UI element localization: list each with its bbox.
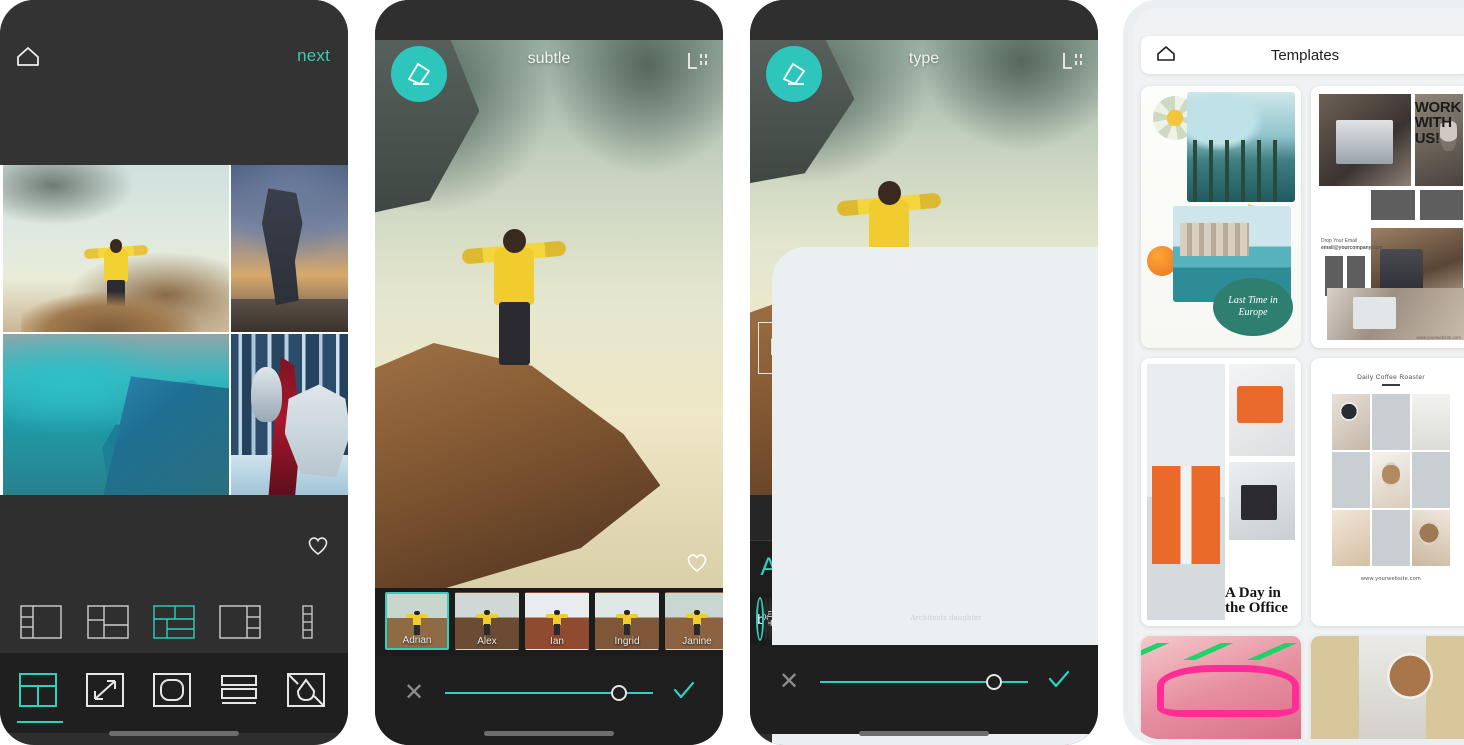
phone-screen-templates: Templates Last Time in Europe WORK WITH … (1123, 0, 1464, 745)
phone-screen-filter-editor: subtle Adrian Alex Ian Ingrid Janine ✕ (375, 0, 723, 745)
text-size-bar[interactable]: ✕ (750, 645, 1098, 734)
size-slider[interactable] (820, 673, 1028, 690)
email-text: Drop Your Email email@yourcompany.com (1321, 238, 1383, 252)
editor-title: subtle (527, 50, 571, 67)
close-icon[interactable]: ✕ (401, 680, 427, 705)
collage-layout-options[interactable] (0, 591, 348, 653)
placeholder-blocks (1371, 190, 1463, 220)
email-address: email@yourcompany.com (1321, 245, 1383, 251)
filter-thumb-ingrid[interactable]: Ingrid (595, 592, 659, 650)
template-caption: Last Time in Europe (1228, 294, 1278, 319)
office-lounge-photo (1147, 364, 1225, 620)
divider (1382, 384, 1400, 386)
template-card-day-in-the-office[interactable]: A Day in the Office (1141, 358, 1301, 626)
filter-label: Adrian (402, 635, 432, 646)
students-photo (1327, 288, 1464, 340)
heart-icon[interactable] (306, 534, 330, 561)
tablet-photo (1319, 94, 1411, 186)
templates-grid[interactable]: Last Time in Europe WORK WITH US! Drop Y… (1141, 86, 1464, 739)
page-title: Templates (1270, 46, 1340, 64)
template-card-pink-glasses[interactable] (1141, 636, 1301, 739)
next-button[interactable]: next (297, 46, 330, 66)
spacing-tool-icon[interactable] (216, 670, 266, 716)
filter-label: Alex (477, 636, 497, 647)
filter-label: Janine (682, 636, 712, 647)
slider-knob[interactable] (986, 673, 1002, 690)
layout-five-cell-icon[interactable] (151, 603, 197, 641)
filter-thumb-ian[interactable]: Ian (525, 592, 589, 650)
template-card-coffee-flatlay[interactable] (1311, 636, 1464, 739)
close-icon[interactable]: ✕ (776, 669, 802, 694)
figure-silhouette (83, 228, 149, 314)
collage-spacer-bar (0, 495, 348, 591)
font-family-row[interactable]: Abc BPDots TER SHO Architects daughter 2… (750, 246, 1098, 745)
template-url: www.yourwebsite.com (1360, 575, 1422, 582)
crop-icon[interactable] (1060, 50, 1086, 79)
collage-top-bar: next (0, 0, 348, 165)
email-label: Drop Your Email (1321, 238, 1358, 244)
template-url: www.yourwebsite.com (1416, 335, 1461, 340)
layout-quad-split-icon[interactable] (85, 603, 131, 641)
templates-header: Templates (1141, 36, 1464, 74)
status-bar (750, 0, 1098, 40)
status-bar (375, 0, 723, 40)
app-screenshot-stage: next subtle Adrian Alex Ian Ingrid Janin… (0, 0, 1464, 745)
coffee-photo-grid (1332, 393, 1450, 566)
filter-thumb-adrian[interactable]: Adrian (385, 592, 449, 650)
font-family-option[interactable]: Abc (756, 597, 764, 641)
collage-photo-lake[interactable] (3, 334, 229, 497)
grid-tool-icon[interactable] (15, 670, 65, 723)
template-heading: Daily Coffee Roaster (1357, 374, 1425, 381)
collage-canvas[interactable] (0, 165, 348, 497)
phone-screen-type-editor: type It's quiet up here Tt (750, 0, 1098, 745)
europe-caption-badge: Last Time in Europe (1213, 278, 1293, 336)
filter-thumbnail-strip[interactable]: Adrian Alex Ian Ingrid Janine (375, 588, 723, 656)
template-caption: A Day in the Office (1225, 585, 1288, 616)
heart-icon[interactable] (685, 551, 709, 578)
color-fill-tool-icon[interactable] (283, 670, 333, 716)
crop-icon[interactable] (685, 50, 711, 79)
template-card-daily-coffee-roaster[interactable]: Daily Coffee Roaster www.yourwebsite.com (1311, 358, 1464, 626)
template-card-work-with-us[interactable]: WORK WITH US! Drop Your Email email@your… (1311, 86, 1464, 348)
filter-label: Ingrid (614, 636, 640, 647)
home-indicator (484, 731, 614, 736)
resize-tool-icon[interactable] (82, 670, 132, 716)
collage-tool-bar[interactable] (0, 653, 348, 733)
check-icon[interactable] (671, 679, 697, 706)
collage-photo-hiker[interactable] (231, 165, 348, 332)
collage-photo-wolf[interactable] (231, 334, 348, 497)
slider-knob[interactable] (611, 684, 627, 701)
office-desk-photo (1229, 364, 1295, 456)
intensity-slider[interactable] (445, 684, 653, 701)
home-indicator (859, 731, 989, 736)
collage-photo-man-on-cliff[interactable] (3, 165, 229, 332)
check-icon[interactable] (1046, 668, 1072, 695)
filter-photo-canvas[interactable]: subtle (375, 40, 723, 588)
filter-label: Ian (550, 636, 564, 647)
office-person-photo (1229, 462, 1295, 540)
home-indicator (109, 731, 239, 736)
home-icon[interactable] (14, 43, 42, 69)
filter-thumb-janine[interactable]: Janine (665, 592, 723, 650)
editor-title: type (908, 50, 940, 67)
layout-left-big-right-stack-icon[interactable] (217, 603, 263, 641)
template-heading: WORK WITH US! (1414, 99, 1462, 147)
layout-two-plus-three-icon[interactable] (18, 603, 64, 641)
photo-figure-silhouette (461, 215, 567, 366)
filter-thumb-alex[interactable]: Alex (455, 592, 519, 650)
rounded-corners-tool-icon[interactable] (149, 670, 199, 716)
pier-photo (1187, 92, 1295, 202)
template-card-europe[interactable]: Last Time in Europe (1141, 86, 1301, 348)
phone-screen-collage-editor: next (0, 0, 348, 745)
layout-vertical-strip-icon[interactable] (284, 603, 330, 641)
